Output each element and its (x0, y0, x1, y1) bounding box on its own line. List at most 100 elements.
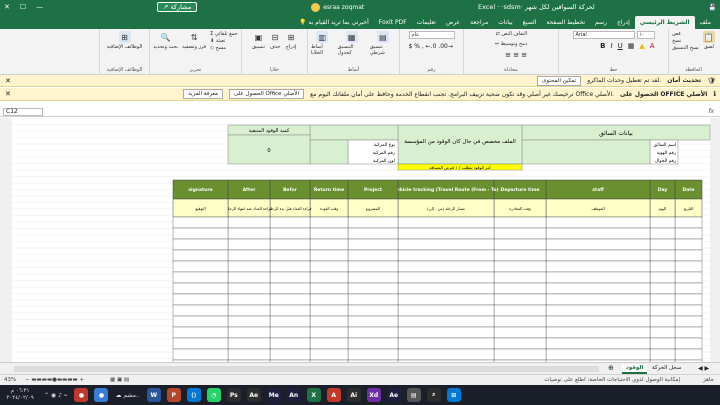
find-select-button[interactable]: 🔍 بحث وتحديد (153, 31, 178, 51)
whatsapp-icon[interactable]: ◔ (206, 388, 221, 402)
tell-me-search[interactable]: 💡 أخبرني بما تريد القيام به (294, 16, 374, 29)
vscode-icon[interactable]: ⟨⟩ (186, 388, 201, 402)
table-cell[interactable] (545, 315, 651, 328)
table-cell[interactable] (347, 216, 399, 229)
insert-cells-button[interactable]: ⊞ إدراج (285, 31, 297, 51)
table-cell[interactable] (269, 260, 311, 273)
table-cell[interactable] (493, 326, 547, 339)
table-cell[interactable] (347, 348, 399, 361)
table-cell[interactable] (347, 227, 399, 240)
table-cell[interactable] (397, 260, 495, 273)
italic-icon[interactable]: I (610, 42, 612, 50)
table-cell[interactable] (545, 260, 651, 273)
learn-more-button[interactable]: معرفة المزيد (183, 89, 223, 99)
conditional-format-button[interactable]: ▤ تنسيق شرطي (370, 31, 396, 56)
table-cell[interactable] (347, 337, 399, 350)
accessibility-status[interactable]: إمكانية الوصول لذوي الاحتياجات الخاصة: ا… (544, 377, 680, 383)
table-cell[interactable] (309, 304, 349, 317)
table-cell[interactable] (493, 304, 547, 317)
table-cell[interactable] (674, 304, 703, 317)
taskbar-app-icon[interactable]: An (286, 388, 301, 402)
table-cell[interactable] (649, 293, 676, 306)
table-cell[interactable] (545, 282, 651, 295)
table-cell[interactable] (397, 227, 495, 240)
table-cell[interactable] (493, 260, 547, 273)
table-cell[interactable] (309, 249, 349, 262)
table-cell[interactable] (674, 348, 703, 361)
table-cell[interactable] (172, 260, 229, 273)
table-cell[interactable] (493, 271, 547, 284)
acrobat-icon[interactable]: A (326, 388, 341, 402)
table-cell[interactable] (309, 271, 349, 284)
table-cell[interactable] (269, 238, 311, 251)
table-cell[interactable] (172, 249, 229, 262)
table-cell[interactable] (309, 293, 349, 306)
table-cell[interactable] (493, 337, 547, 350)
cut-button[interactable]: قص (672, 31, 699, 38)
table-cell[interactable] (493, 293, 547, 306)
format-table-button[interactable]: ▦ التنسيق كجدول (337, 31, 365, 56)
font-size-select[interactable]: ١٠ (636, 31, 655, 39)
taskbar-app-icon[interactable]: Me (266, 388, 281, 402)
table-cell[interactable] (347, 271, 399, 284)
table-cell[interactable] (227, 293, 271, 306)
table-cell[interactable] (674, 238, 703, 251)
table-cell[interactable] (397, 293, 495, 306)
table-cell[interactable] (347, 304, 399, 317)
merge-center-button[interactable]: ⇔ دمج وتوسيط (495, 41, 527, 48)
tab-insert[interactable]: إدراج (612, 16, 635, 29)
table-cell[interactable] (269, 216, 311, 229)
name-box[interactable]: C12 (3, 108, 43, 116)
horizontal-scrollbar[interactable] (14, 366, 599, 372)
enable-content-button[interactable]: تمكين المحتوى (537, 75, 582, 86)
table-cell[interactable] (674, 249, 703, 262)
table-cell[interactable] (269, 293, 311, 306)
close-icon[interactable]: ✕ (5, 90, 11, 98)
table-cell[interactable] (674, 293, 703, 306)
tab-formulas[interactable]: الصيغ (518, 16, 542, 29)
table-cell[interactable] (309, 348, 349, 361)
table-cell[interactable] (309, 238, 349, 251)
table-cell[interactable] (172, 282, 229, 295)
table-cell[interactable] (309, 282, 349, 295)
table-cell[interactable] (227, 315, 271, 328)
borders-icon[interactable]: ▦ (628, 42, 635, 50)
table-cell[interactable] (269, 326, 311, 339)
table-cell[interactable] (674, 282, 703, 295)
table-cell[interactable] (493, 315, 547, 328)
file-explorer-icon[interactable]: ▤ (406, 388, 421, 402)
table-cell[interactable] (309, 216, 349, 229)
table-cell[interactable] (649, 348, 676, 361)
table-cell[interactable] (172, 216, 229, 229)
taskbar-app-icon[interactable]: P (166, 388, 181, 402)
table-cell[interactable] (172, 304, 229, 317)
table-cell[interactable] (649, 337, 676, 350)
tab-data[interactable]: بيانات (493, 16, 517, 29)
table-cell[interactable] (649, 216, 676, 229)
taskbar-app-icon[interactable]: Xd (366, 388, 381, 402)
table-cell[interactable] (397, 271, 495, 284)
sheet-nav-icon[interactable]: ◀ ▶ (694, 364, 713, 374)
table-cell[interactable] (227, 282, 271, 295)
font-color-icon[interactable]: A (650, 42, 655, 50)
table-cell[interactable] (269, 348, 311, 361)
table-cell[interactable] (545, 326, 651, 339)
excel-taskbar-icon[interactable]: X (306, 388, 321, 402)
table-cell[interactable] (227, 216, 271, 229)
table-cell[interactable] (309, 326, 349, 339)
vertical-scrollbar[interactable] (0, 118, 12, 362)
table-cell[interactable] (493, 227, 547, 240)
table-cell[interactable] (397, 216, 495, 229)
table-cell[interactable] (172, 337, 229, 350)
table-cell[interactable] (227, 238, 271, 251)
bold-icon[interactable]: B (600, 42, 605, 50)
autosave-icon[interactable]: 💾 (708, 4, 715, 11)
table-cell[interactable] (493, 238, 547, 251)
zoom-slider[interactable]: − ▬▬▬▬●▬▬▬▬ + (25, 377, 84, 383)
tab-help[interactable]: تعليمات (412, 16, 441, 29)
table-cell[interactable] (347, 282, 399, 295)
table-cell[interactable] (674, 337, 703, 350)
search-icon[interactable]: ⌕ (426, 388, 441, 402)
tab-review[interactable]: مراجعة (465, 16, 493, 29)
underline-icon[interactable]: U (618, 42, 623, 50)
